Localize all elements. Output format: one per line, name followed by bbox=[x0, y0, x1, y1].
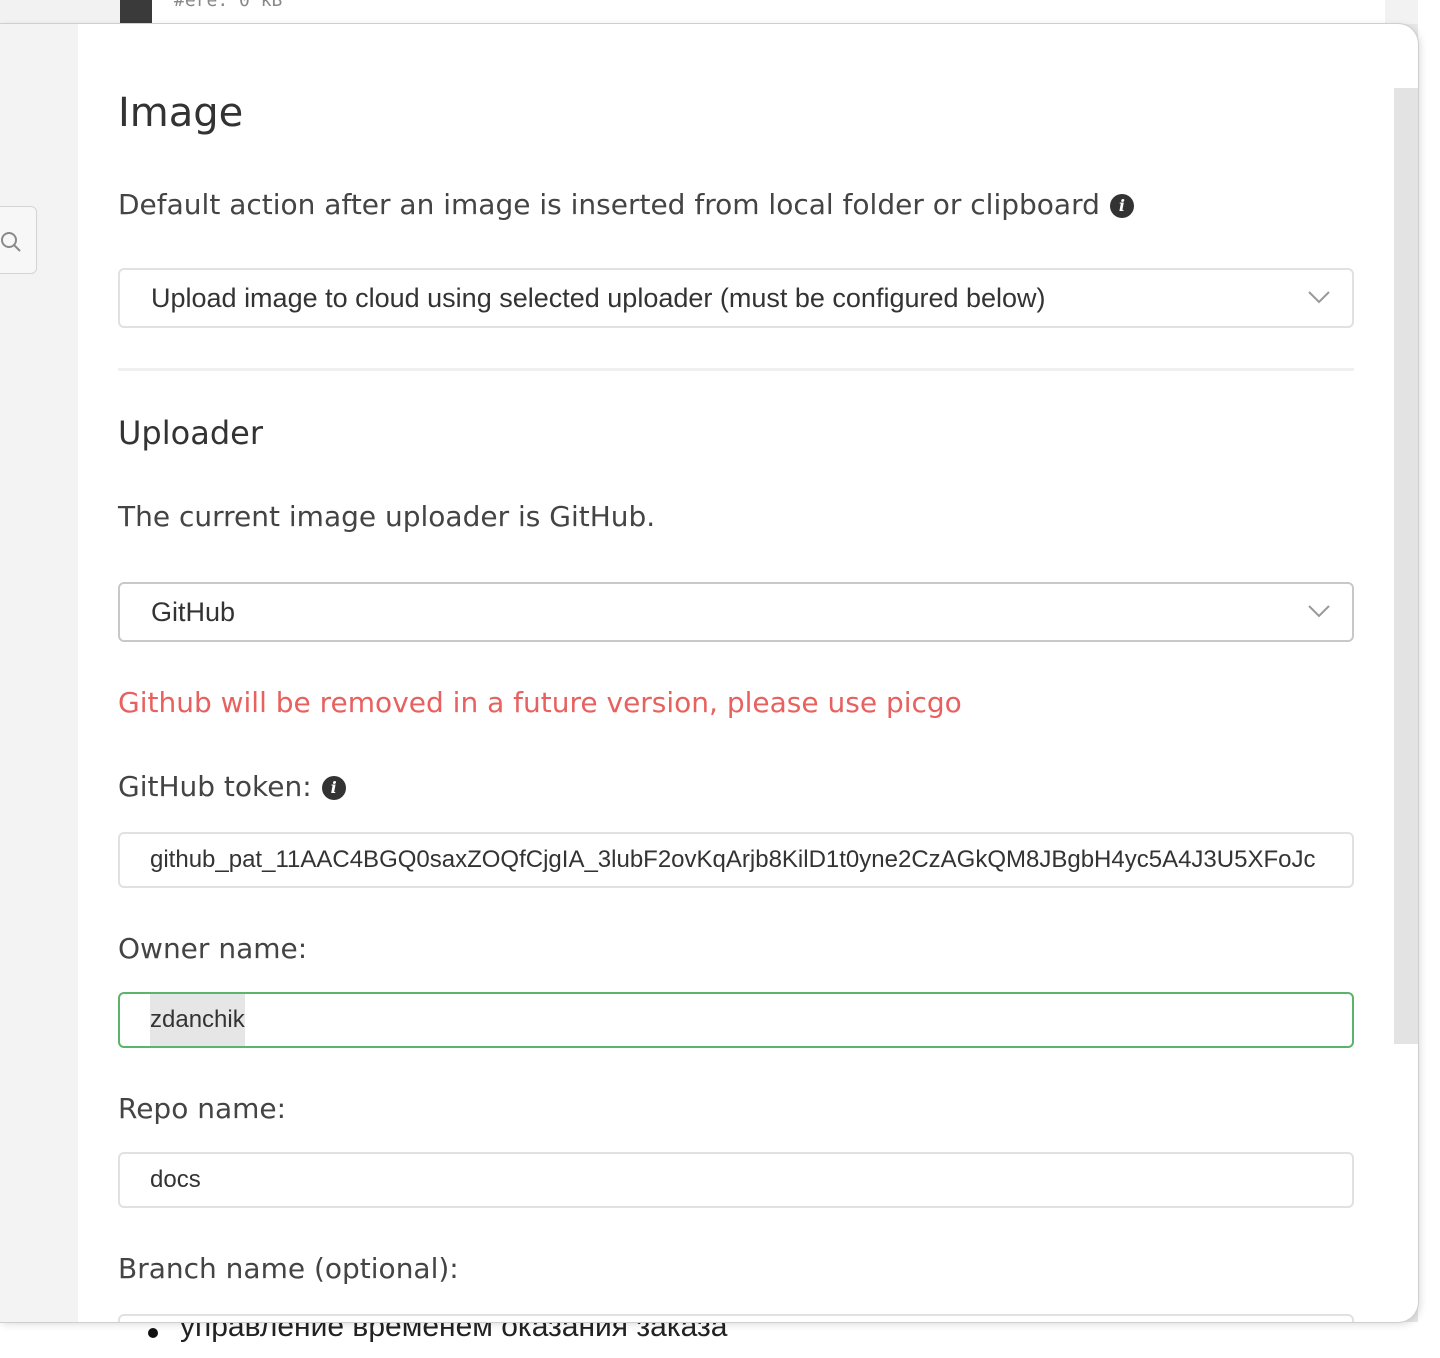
section-divider bbox=[118, 368, 1354, 371]
background-bullet bbox=[148, 1328, 158, 1338]
branch-name-label: Branch name (optional): bbox=[118, 1252, 459, 1285]
github-token-input[interactable]: github_pat_11AAC4BGQ0saxZOQfCjgIA_3lubF2… bbox=[118, 832, 1354, 888]
repo-name-label: Repo name: bbox=[118, 1092, 287, 1125]
info-icon[interactable]: i bbox=[321, 776, 346, 800]
chevron-down-icon bbox=[1308, 605, 1330, 618]
github-token-label-text: GitHub token: bbox=[118, 770, 312, 803]
default-action-description: Default action after an image is inserte… bbox=[118, 188, 1134, 221]
scrollbar[interactable] bbox=[1394, 88, 1418, 1044]
sidebar-search-box[interactable] bbox=[0, 206, 37, 274]
settings-window: Image Default action after an image is i… bbox=[0, 24, 1418, 1322]
background-code-block bbox=[120, 0, 1385, 24]
background-code-text: #ere: 0 kB bbox=[174, 0, 283, 11]
default-action-select[interactable]: Upload image to cloud using selected upl… bbox=[118, 268, 1354, 328]
repo-name-input[interactable]: docs bbox=[118, 1152, 1354, 1208]
chevron-down-icon bbox=[1308, 291, 1330, 304]
search-icon bbox=[1, 232, 21, 252]
owner-name-label: Owner name: bbox=[118, 932, 308, 965]
info-icon[interactable]: i bbox=[1109, 194, 1134, 218]
deprecation-warning: Github will be removed in a future versi… bbox=[118, 686, 962, 719]
uploader-select[interactable]: GitHub bbox=[118, 582, 1354, 642]
background-code-block-inner bbox=[152, 0, 1385, 24]
github-token-label: GitHub token: i bbox=[118, 770, 346, 803]
owner-name-input[interactable]: zdanchik bbox=[118, 992, 1354, 1048]
section-title-uploader: Uploader bbox=[118, 414, 263, 452]
background-right-edge bbox=[1418, 0, 1440, 1358]
settings-sidebar bbox=[0, 24, 78, 1322]
owner-name-value: zdanchik bbox=[150, 994, 245, 1046]
section-title-image: Image bbox=[118, 90, 244, 136]
uploader-select-value: GitHub bbox=[151, 597, 236, 627]
default-action-label: Default action after an image is inserte… bbox=[118, 188, 1100, 221]
default-action-select-value: Upload image to cloud using selected upl… bbox=[151, 283, 1046, 313]
current-uploader-text: The current image uploader is GitHub. bbox=[118, 500, 656, 533]
branch-name-input[interactable] bbox=[118, 1314, 1354, 1322]
